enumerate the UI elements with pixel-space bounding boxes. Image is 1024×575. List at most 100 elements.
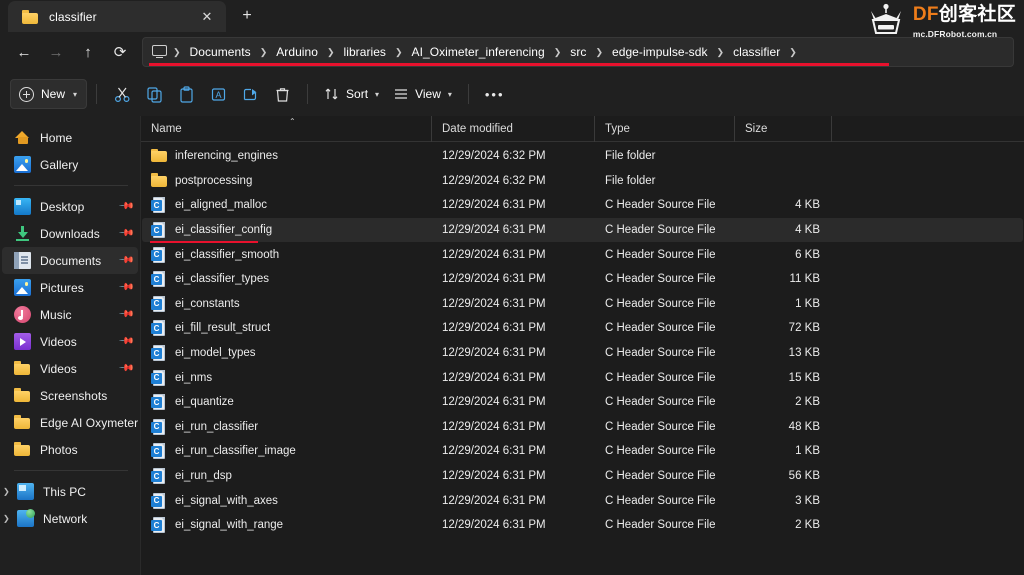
refresh-button[interactable]: ⟳	[104, 37, 136, 67]
sidebar-item-music[interactable]: Music 📌	[2, 301, 138, 328]
sidebar-item-label: Desktop	[40, 199, 85, 214]
breadcrumb-separator: ❯	[259, 46, 268, 57]
sidebar-item-edge-ai-oxymeter[interactable]: Edge AI Oxymeter	[2, 409, 138, 436]
file-name-label: ei_nms	[175, 371, 213, 384]
table-row[interactable]: Cei_run_classifier 12/29/2024 6:31 PM C He…	[142, 415, 1023, 440]
date-modified-cell: 12/29/2024 6:31 PM	[442, 273, 546, 286]
forward-button[interactable]: →	[40, 37, 72, 67]
delete-button[interactable]	[266, 79, 298, 109]
table-row[interactable]: Cei_run_classifier_image 12/29/2024 6:31 …	[142, 439, 1023, 464]
copy-button[interactable]	[138, 79, 170, 109]
table-row[interactable]: inferencing_engines 12/29/2024 6:32 PM Fil…	[142, 144, 1023, 169]
sort-button[interactable]: Sort ▾	[317, 79, 386, 109]
table-row[interactable]: Cei_classifier_config 12/29/2024 6:31 PM C…	[142, 217, 1023, 244]
plus-circle-icon	[19, 86, 34, 102]
breadcrumb-arduino[interactable]: Arduino	[269, 41, 325, 63]
sidebar-item-screenshots[interactable]: Screenshots	[2, 382, 138, 409]
table-row[interactable]: Cei_quantize 12/29/2024 6:31 PM C Header S…	[142, 390, 1023, 415]
back-button[interactable]: ←	[8, 37, 40, 67]
table-row[interactable]: Cei_aligned_malloc 12/29/2024 6:31 PM C He…	[142, 193, 1023, 218]
file-name-cell: Cei_run_classifier_image	[142, 443, 432, 460]
sidebar-item-photos[interactable]: Photos	[2, 436, 138, 463]
c-header-file-icon: C	[151, 418, 167, 435]
table-row[interactable]: Cei_signal_with_range 12/29/2024 6:31 PM C…	[142, 513, 1023, 538]
column-header-date-modified[interactable]: Date modified	[431, 115, 594, 142]
sidebar-item-label: Downloads	[40, 226, 100, 241]
file-name-label: ei_classifier_config	[175, 224, 273, 237]
table-row[interactable]: postprocessing 12/29/2024 6:32 PM File fol…	[142, 169, 1023, 194]
breadcrumb-src[interactable]: src	[563, 41, 593, 63]
ellipsis-icon: •••	[484, 86, 505, 102]
chevron-down-icon: ▾	[375, 89, 380, 99]
file-name-cell: Cei_signal_with_range	[142, 517, 432, 534]
type-cell: File folder	[605, 174, 656, 187]
sidebar-item-home[interactable]: Home	[2, 124, 138, 151]
cut-button[interactable]	[106, 79, 138, 109]
title-bar: classifier ✕ +	[0, 0, 1024, 32]
c-header-file-icon: C	[151, 345, 167, 362]
sidebar-item-label: Videos	[40, 334, 77, 349]
table-row[interactable]: Cei_model_types 12/29/2024 6:31 PM C Heade…	[142, 341, 1023, 366]
table-row[interactable]: Cei_fill_result_struct 12/29/2024 6:31 PM…	[142, 316, 1023, 341]
sidebar-item-desktop[interactable]: Desktop 📌	[2, 193, 138, 220]
size-cell: 3 KB	[795, 494, 820, 507]
folder-icon	[151, 148, 167, 164]
rename-button[interactable]: A	[202, 79, 234, 109]
file-name-label: ei_model_types	[175, 347, 256, 360]
sidebar-item-this-pc[interactable]: ❯ This PC	[2, 478, 138, 505]
date-modified-cell: 12/29/2024 6:31 PM	[442, 371, 546, 384]
sidebar-item-gallery[interactable]: Gallery	[2, 151, 138, 178]
sidebar-item-documents[interactable]: Documents 📌	[2, 247, 138, 274]
sidebar-item-downloads[interactable]: Downloads 📌	[2, 220, 138, 247]
type-cell: C Header Source File	[605, 297, 716, 310]
new-button-label: New	[41, 87, 66, 101]
paste-icon	[179, 85, 193, 103]
breadcrumb-edge-impulse-sdk[interactable]: edge-impulse-sdk	[605, 41, 715, 63]
size-cell: 56 KB	[788, 470, 820, 483]
close-icon[interactable]: ✕	[194, 5, 220, 29]
column-header-size[interactable]: Size	[734, 115, 831, 142]
more-options-button[interactable]: •••	[478, 79, 512, 109]
folder-icon	[22, 9, 38, 24]
paste-button[interactable]	[170, 79, 202, 109]
type-cell: File folder	[605, 150, 656, 163]
view-button[interactable]: View ▾	[386, 79, 459, 109]
sidebar-item-videos-folder[interactable]: Videos 📌	[2, 355, 138, 382]
chevron-right-icon[interactable]: ❯	[3, 487, 17, 496]
tab-classifier[interactable]: classifier ✕	[8, 1, 226, 32]
column-header-type[interactable]: Type	[594, 115, 734, 142]
up-button[interactable]: ↑	[72, 37, 104, 67]
share-button[interactable]	[234, 79, 266, 109]
file-rows-container: inferencing_engines 12/29/2024 6:32 PM Fil…	[141, 142, 1024, 575]
folder-icon	[14, 387, 31, 404]
file-name-cell: Cei_classifier_config	[142, 222, 432, 244]
sidebar-item-pictures[interactable]: Pictures 📌	[2, 274, 138, 301]
date-modified-cell: 12/29/2024 6:31 PM	[442, 494, 546, 507]
address-bar[interactable]: ❯ Documents ❯ Arduino ❯ libraries ❯ AI_O…	[142, 37, 1014, 67]
table-row[interactable]: Cei_classifier_types 12/29/2024 6:31 PM C …	[142, 267, 1023, 292]
breadcrumb-documents[interactable]: Documents	[183, 41, 258, 63]
sidebar-item-network[interactable]: ❯ Network	[2, 505, 138, 532]
file-name-cell: Cei_fill_result_struct	[142, 320, 432, 337]
table-row[interactable]: Cei_constants 12/29/2024 6:31 PM C Header …	[142, 292, 1023, 317]
breadcrumb-libraries[interactable]: libraries	[337, 41, 393, 63]
chevron-right-icon[interactable]: ❯	[3, 514, 17, 523]
column-header-name[interactable]: Name ⌃	[141, 116, 431, 142]
type-cell: C Header Source File	[605, 199, 716, 212]
sort-ascending-icon: ⌃	[289, 116, 296, 126]
this-pc-icon[interactable]	[151, 44, 169, 60]
file-name-label: ei_signal_with_axes	[175, 494, 278, 507]
breadcrumb-ai-oximeter-inferencing[interactable]: AI_Oximeter_inferencing	[405, 41, 552, 63]
table-row[interactable]: Cei_classifier_smooth 12/29/2024 6:31 PM C…	[142, 242, 1023, 267]
date-modified-cell: 12/29/2024 6:31 PM	[442, 396, 546, 409]
type-cell: C Header Source File	[605, 248, 716, 261]
new-tab-button[interactable]: +	[232, 2, 262, 30]
sidebar-item-videos-library[interactable]: Videos 📌	[2, 328, 138, 355]
type-cell: C Header Source File	[605, 273, 716, 286]
sidebar-divider	[14, 470, 128, 471]
breadcrumb-classifier[interactable]: classifier	[726, 41, 787, 63]
new-button[interactable]: New ▾	[10, 79, 88, 109]
table-row[interactable]: Cei_signal_with_axes 12/29/2024 6:31 PM C …	[142, 488, 1023, 513]
table-row[interactable]: Cei_run_dsp 12/29/2024 6:31 PM C Header So…	[142, 464, 1023, 489]
table-row[interactable]: Cei_nms 12/29/2024 6:31 PM C Header Source…	[142, 365, 1023, 390]
